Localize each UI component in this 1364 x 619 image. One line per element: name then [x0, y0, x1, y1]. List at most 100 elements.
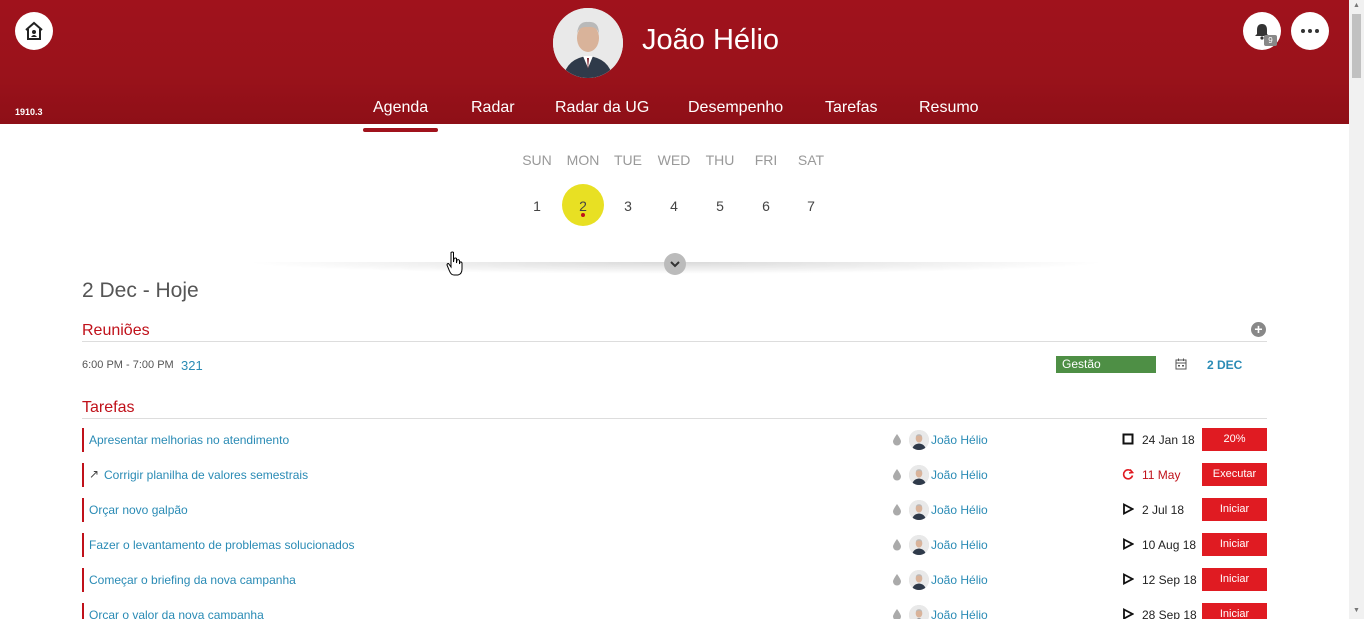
play-icon[interactable] — [1122, 573, 1134, 585]
active-tab-indicator — [363, 128, 438, 132]
weekday-label: WED — [657, 152, 691, 168]
water-drop-icon — [893, 574, 901, 586]
task-action-button[interactable]: Iniciar — [1202, 498, 1267, 521]
more-dots-icon — [1315, 29, 1319, 33]
task-owner-link[interactable]: João Hélio — [931, 608, 988, 619]
notifications-button[interactable]: 9 — [1243, 12, 1281, 50]
meeting-category-tag: Gestão — [1056, 356, 1156, 373]
app-header: 1910.3 João Hélio 9 Agenda Radar Radar d… — [0, 0, 1349, 124]
task-priority-bar — [82, 568, 84, 592]
person-portrait-icon — [553, 8, 623, 78]
task-action-button[interactable]: Iniciar — [1202, 533, 1267, 556]
day-button[interactable]: 5 — [700, 198, 740, 214]
tab-radar-da-ug[interactable]: Radar da UG — [555, 99, 649, 117]
task-row[interactable]: Começar o briefing da nova campanha João … — [82, 568, 1267, 592]
expand-calendar-button[interactable] — [664, 253, 686, 275]
task-owner-link[interactable]: João Hélio — [931, 433, 988, 447]
date-heading: 2 Dec - Hoje — [82, 279, 199, 302]
tab-desempenho[interactable]: Desempenho — [688, 99, 783, 117]
person-portrait-icon — [909, 535, 929, 555]
task-row[interactable]: Fazer o levantamento de problemas soluci… — [82, 533, 1267, 557]
tab-radar[interactable]: Radar — [471, 99, 515, 117]
home-icon — [25, 21, 43, 40]
scroll-up-arrow-icon[interactable]: ▲ — [1352, 2, 1361, 12]
more-dots-icon — [1308, 29, 1312, 33]
section-divider — [82, 418, 1267, 419]
tasks-section-title: Tarefas — [82, 399, 135, 416]
task-action-button[interactable]: Iniciar — [1202, 603, 1267, 619]
play-icon[interactable] — [1122, 538, 1134, 550]
task-action-button[interactable]: 20% — [1202, 428, 1267, 451]
refresh-icon[interactable] — [1122, 468, 1134, 480]
water-drop-icon — [893, 539, 901, 551]
owner-avatar[interactable] — [909, 535, 929, 555]
task-title-link[interactable]: Fazer o levantamento de problemas soluci… — [89, 538, 355, 552]
person-portrait-icon — [909, 465, 929, 485]
water-drop-icon — [893, 504, 901, 516]
day-button[interactable]: 4 — [654, 198, 694, 214]
day-button-today[interactable]: 2 — [563, 198, 603, 214]
task-owner-link[interactable]: João Hélio — [931, 538, 988, 552]
user-avatar[interactable] — [553, 8, 623, 78]
tab-tarefas[interactable]: Tarefas — [825, 99, 877, 117]
task-row[interactable]: ↗ Corrigir planilha de valores semestrais… — [82, 463, 1267, 487]
weekday-label: MON — [566, 152, 600, 168]
tab-resumo[interactable]: Resumo — [919, 99, 979, 117]
task-action-button[interactable]: Iniciar — [1202, 568, 1267, 591]
play-icon[interactable] — [1122, 608, 1134, 619]
play-icon[interactable] — [1122, 503, 1134, 515]
square-icon[interactable] — [1122, 433, 1134, 445]
weekday-label: SUN — [522, 152, 552, 168]
weekday-label: TUE — [614, 152, 642, 168]
task-row[interactable]: Orçar novo galpão João Hélio 2 Jul 18 Inici… — [82, 498, 1267, 522]
day-button[interactable]: 3 — [608, 198, 648, 214]
task-due-date: 11 May — [1142, 468, 1181, 482]
task-owner-link[interactable]: João Hélio — [931, 468, 988, 482]
meeting-name-link[interactable]: 321 — [181, 358, 203, 373]
scrollbar-track[interactable] — [1349, 0, 1364, 619]
home-button[interactable] — [15, 12, 53, 50]
weekday-label: THU — [705, 152, 735, 168]
day-button[interactable]: 1 — [517, 198, 557, 214]
task-priority-bar — [82, 498, 84, 522]
owner-avatar[interactable] — [909, 500, 929, 520]
owner-avatar[interactable] — [909, 605, 929, 619]
user-name: João Hélio — [642, 24, 780, 56]
task-title-link[interactable]: Começar o briefing da nova campanha — [89, 573, 296, 587]
event-dot-indicator — [581, 213, 585, 217]
task-due-date: 10 Aug 18 — [1142, 538, 1197, 552]
task-priority-bar — [82, 603, 84, 619]
scroll-down-arrow-icon[interactable]: ▼ — [1352, 607, 1361, 617]
more-options-button[interactable] — [1291, 12, 1329, 50]
day-button[interactable]: 6 — [746, 198, 786, 214]
owner-avatar[interactable] — [909, 430, 929, 450]
notification-count-badge: 9 — [1264, 35, 1277, 46]
scrollbar-thumb[interactable] — [1352, 14, 1361, 78]
task-due-date: 24 Jan 18 — [1142, 433, 1195, 447]
meetings-section-title: Reuniões — [82, 322, 150, 339]
owner-avatar[interactable] — [909, 570, 929, 590]
task-action-button[interactable]: Executar — [1202, 463, 1267, 486]
person-portrait-icon — [909, 570, 929, 590]
plus-icon: + — [1254, 321, 1263, 337]
day-button[interactable]: 7 — [791, 198, 831, 214]
add-meeting-button[interactable]: + — [1251, 322, 1266, 337]
task-row[interactable]: Orçar o valor da nova campanha João Hélio… — [82, 603, 1267, 619]
tab-agenda[interactable]: Agenda — [373, 99, 428, 117]
section-divider — [82, 341, 1267, 342]
task-owner-link[interactable]: João Hélio — [931, 573, 988, 587]
task-row[interactable]: Apresentar melhorias no atendimento João … — [82, 428, 1267, 452]
task-title-link[interactable]: Corrigir planilha de valores semestrais — [104, 468, 308, 482]
person-portrait-icon — [909, 500, 929, 520]
calendar-icon — [1175, 358, 1187, 370]
weekday-label: FRI — [754, 152, 778, 168]
task-due-date: 12 Sep 18 — [1142, 573, 1197, 587]
task-owner-link[interactable]: João Hélio — [931, 503, 988, 517]
task-title-link[interactable]: Orçar o valor da nova campanha — [89, 608, 264, 619]
meeting-time: 6:00 PM - 7:00 PM — [82, 359, 174, 371]
task-title-link[interactable]: Apresentar melhorias no atendimento — [89, 433, 289, 447]
hand-cursor-icon — [446, 251, 463, 276]
owner-avatar[interactable] — [909, 465, 929, 485]
task-title-link[interactable]: Orçar novo galpão — [89, 503, 188, 517]
chevron-down-icon — [670, 261, 680, 268]
